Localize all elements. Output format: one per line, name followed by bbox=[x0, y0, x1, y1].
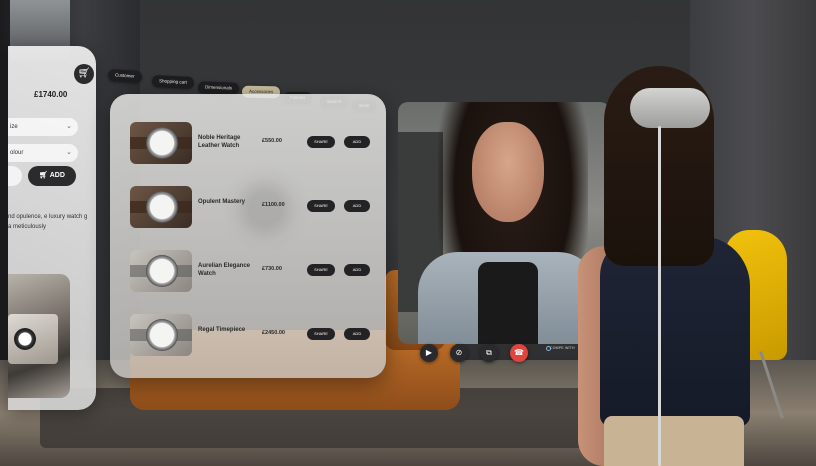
quantity-stepper[interactable] bbox=[8, 166, 22, 186]
add-button[interactable]: ADD bbox=[344, 136, 370, 148]
end-call-button[interactable]: ☎︎ bbox=[510, 344, 528, 362]
item-price: £550.00 bbox=[262, 138, 282, 144]
add-label: ADD bbox=[352, 267, 362, 272]
size-select-label: ize bbox=[10, 124, 18, 130]
camera-toggle-button[interactable]: ▶ bbox=[420, 344, 438, 362]
mute-button[interactable]: ⊘ bbox=[450, 344, 468, 362]
item-name: Regal Timepiece bbox=[198, 327, 246, 333]
tab-shopping-cart[interactable]: Shopping cart bbox=[151, 74, 195, 90]
list-item[interactable]: Regal Timepiece £2450.00 SHARE ADD bbox=[130, 314, 374, 358]
watch-thumbnail bbox=[130, 122, 192, 164]
add-to-cart-button[interactable]: 🛒︎ ADD bbox=[28, 166, 76, 186]
watch-image bbox=[14, 328, 36, 350]
add-button[interactable]: ADD bbox=[344, 328, 370, 340]
cart-icon: 🛒︎ bbox=[39, 172, 49, 179]
chevron-down-icon: ⌄ bbox=[66, 123, 72, 130]
add-button[interactable]: ADD bbox=[344, 200, 370, 212]
add-button-label: ADD bbox=[49, 172, 65, 179]
item-name: Aurelian Elegance Watch bbox=[198, 263, 251, 277]
add-label: ADD bbox=[352, 203, 362, 208]
list-item[interactable]: Opulent Mastery £1100.00 SHARE ADD bbox=[130, 186, 374, 230]
add-label: ADD bbox=[352, 331, 362, 336]
share-button[interactable]: SHARE bbox=[307, 328, 335, 340]
caller-face bbox=[472, 122, 544, 222]
product-detail-panel: 🛒︎ £1740.00 ize ⌄ olour ⌄ 🛒︎ ADD nd opul… bbox=[8, 46, 96, 410]
watch-thumbnail bbox=[130, 186, 192, 228]
colour-select-label: olour bbox=[10, 150, 24, 156]
share-button[interactable]: SHARE bbox=[307, 136, 335, 148]
list-item[interactable]: Noble Heritage Leather Watch £550.00 SHA… bbox=[130, 122, 374, 166]
item-name: Opulent Mastery bbox=[198, 199, 246, 205]
watch-thumbnail bbox=[130, 314, 192, 356]
share-screen-button[interactable]: ⧉ bbox=[480, 344, 498, 362]
product-description: nd opulence, e luxury watch g a meticulo… bbox=[8, 214, 88, 230]
user-skirt bbox=[604, 416, 744, 466]
add-label: ADD bbox=[352, 139, 362, 144]
call-controls: ▶ ⊘ ⧉ ☎︎ bbox=[420, 344, 540, 364]
list-item[interactable]: Aurelian Elegance Watch £730.00 SHARE AD… bbox=[130, 250, 374, 294]
caller-top bbox=[478, 262, 538, 344]
video-icon: ▶ bbox=[425, 348, 433, 357]
cart-icon: 🛒︎ bbox=[77, 68, 91, 79]
item-price: £1100.00 bbox=[262, 202, 285, 208]
watch-thumbnail bbox=[130, 250, 192, 292]
item-name: Noble Heritage Leather Watch bbox=[198, 135, 241, 149]
share-label: SHARE bbox=[314, 203, 328, 208]
share-button[interactable]: SHARE bbox=[307, 200, 335, 212]
colour-select[interactable]: olour ⌄ bbox=[8, 144, 78, 162]
lifestyle-photo bbox=[8, 274, 70, 398]
add-button[interactable]: ADD bbox=[344, 264, 370, 276]
vr-headset bbox=[630, 88, 710, 128]
tab-dimensionals[interactable]: Dimensionals bbox=[197, 81, 240, 95]
item-price: £2450.00 bbox=[262, 330, 285, 336]
user-with-headset bbox=[560, 66, 760, 466]
watch-catalog-panel: Noble Heritage Leather Watch £550.00 SHA… bbox=[110, 94, 386, 378]
tab-customer[interactable]: Customer bbox=[107, 68, 142, 84]
headset-cable bbox=[658, 126, 661, 466]
size-select[interactable]: ize ⌄ bbox=[8, 118, 78, 136]
chevron-down-icon: ⌄ bbox=[66, 149, 72, 156]
product-price: £1740.00 bbox=[34, 90, 68, 99]
cart-button[interactable]: 🛒︎ bbox=[74, 64, 94, 84]
end-call-icon: ☎︎ bbox=[514, 348, 524, 357]
item-price: £730.00 bbox=[262, 266, 282, 272]
share-screen-icon: ⧉ bbox=[486, 348, 492, 357]
mute-icon: ⊘ bbox=[455, 348, 463, 357]
share-label: SHARE bbox=[314, 331, 328, 336]
share-label: SHARE bbox=[314, 267, 328, 272]
share-label: SHARE bbox=[314, 139, 328, 144]
share-button[interactable]: SHARE bbox=[307, 264, 335, 276]
